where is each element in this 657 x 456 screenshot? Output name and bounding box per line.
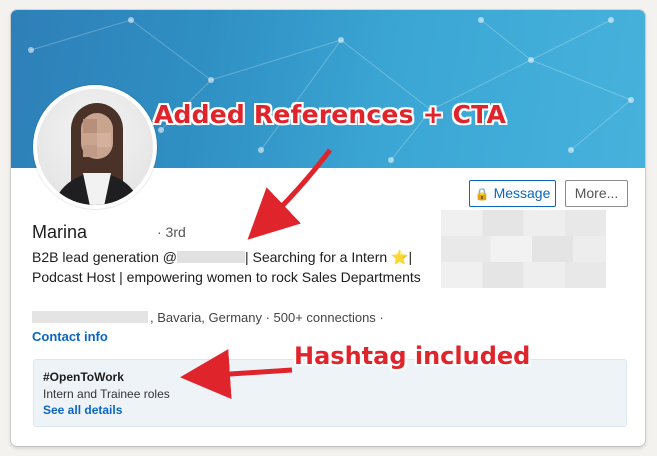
avatar-photo bbox=[37, 89, 153, 205]
open-to-work-title: #OpenToWork bbox=[43, 370, 124, 384]
annotation-hashtag: Hashtag included bbox=[294, 342, 531, 370]
lock-icon: 🔒 bbox=[474, 187, 490, 201]
avatar[interactable] bbox=[33, 85, 157, 209]
redacted-experience bbox=[441, 210, 606, 288]
location-text: , Bavaria, Germany · 500+ connections · bbox=[150, 310, 384, 325]
more-button[interactable]: More... bbox=[565, 180, 628, 207]
open-to-work-roles: Intern and Trainee roles bbox=[43, 387, 170, 401]
message-button[interactable]: 🔒 Message bbox=[469, 180, 556, 207]
redacted-city bbox=[32, 311, 148, 323]
annotation-references-cta: Added References + CTA bbox=[154, 100, 507, 129]
contact-info-link[interactable]: Contact info bbox=[32, 329, 108, 344]
see-all-details-link[interactable]: See all details bbox=[43, 403, 122, 417]
profile-card: 🔒 Message More... Marina · 3rd B2B lead g… bbox=[11, 10, 645, 446]
redacted-company bbox=[176, 251, 245, 263]
profile-location: , Bavaria, Germany · 500+ connections · bbox=[32, 310, 384, 325]
connection-degree: · 3rd bbox=[157, 224, 186, 240]
profile-name: Marina bbox=[32, 222, 88, 242]
profile-headline: B2B lead generation @ | Searching for a I… bbox=[32, 248, 452, 287]
headline-start: B2B lead generation @ bbox=[32, 249, 177, 265]
message-button-label: Message bbox=[493, 185, 551, 201]
